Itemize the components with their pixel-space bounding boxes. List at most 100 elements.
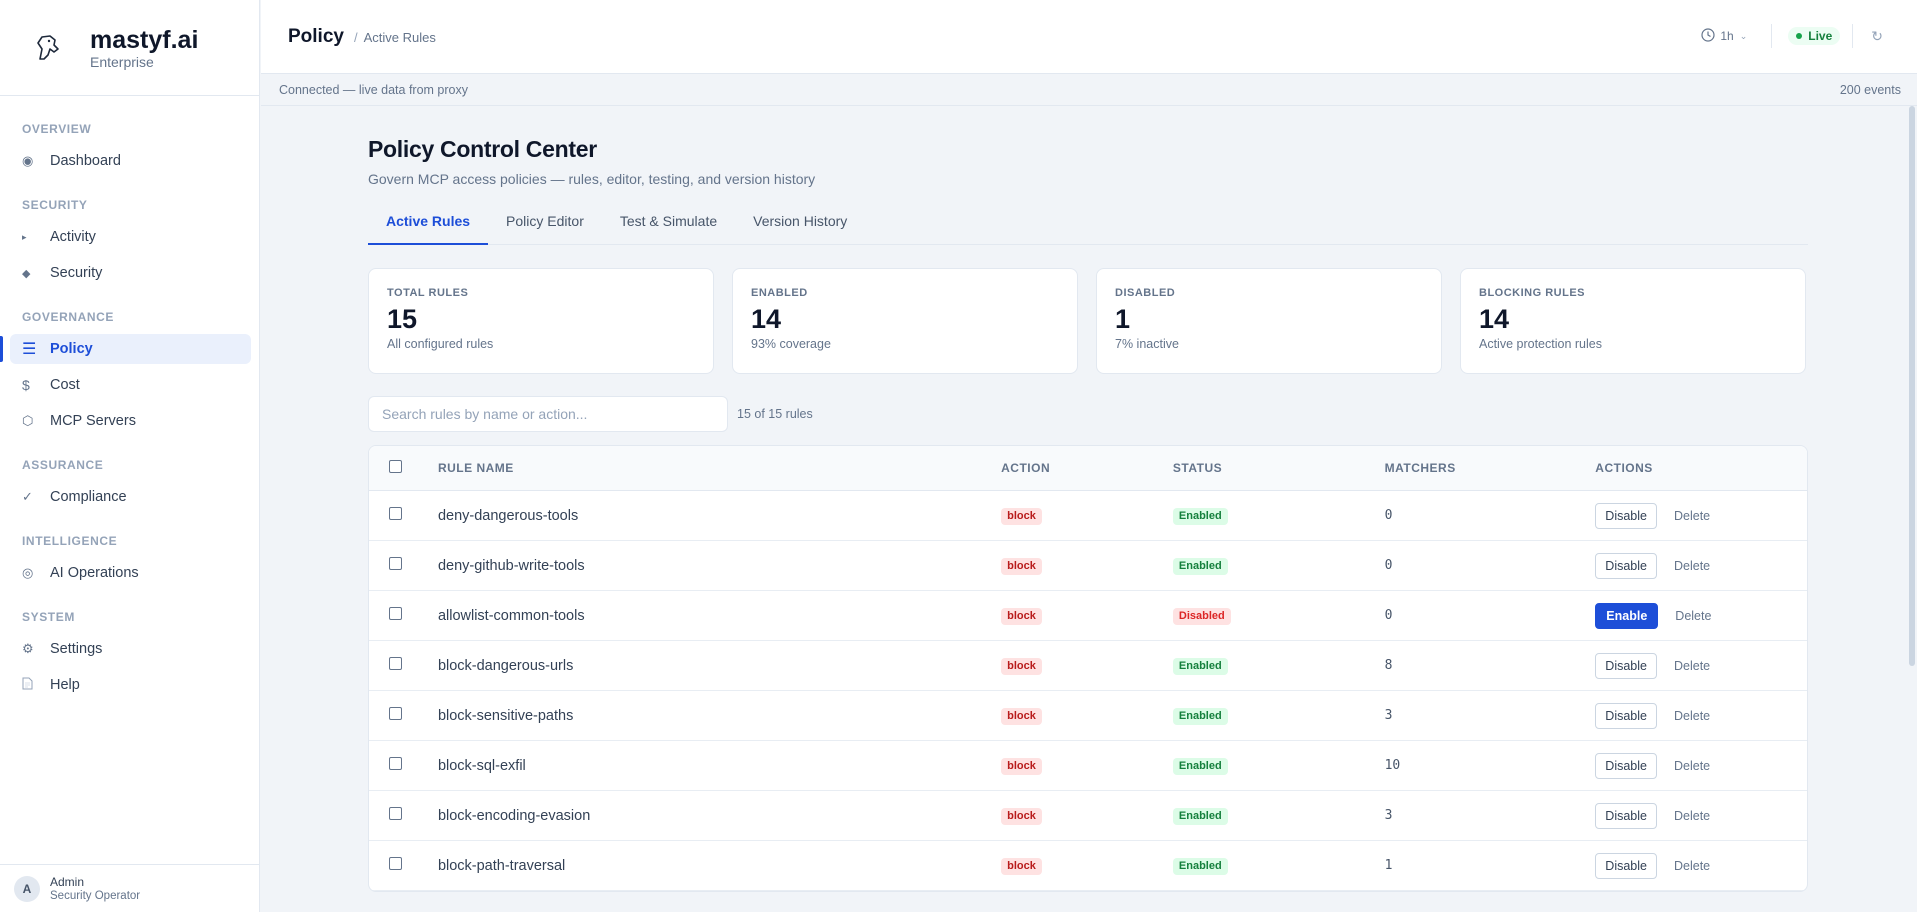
- tab-active-rules[interactable]: Active Rules: [368, 213, 489, 245]
- breadcrumb-title[interactable]: Policy: [288, 26, 344, 48]
- action-badge: block: [1001, 858, 1042, 875]
- time-range-select[interactable]: 1h ⌄: [1695, 27, 1753, 45]
- refresh-icon[interactable]: ↻: [1871, 28, 1883, 45]
- column-header-matchers[interactable]: MATCHERS: [1385, 461, 1596, 475]
- disable-button[interactable]: Disable: [1595, 802, 1657, 829]
- nav-section-system: SYSTEM ⚙ Settings Help: [0, 606, 259, 700]
- row-checkbox[interactable]: [389, 506, 402, 520]
- rule-name: block-encoding-evasion: [437, 807, 591, 824]
- column-header-name[interactable]: RULE NAME: [438, 461, 1001, 475]
- disable-button[interactable]: Disable: [1595, 552, 1657, 579]
- action-badge: block: [1001, 558, 1042, 575]
- table-row[interactable]: block-path-traversal block Enabled 1 Disable…: [369, 841, 1807, 891]
- nav-header-overview: OVERVIEW: [22, 122, 92, 136]
- delete-button[interactable]: Delete: [1674, 859, 1710, 873]
- stat-desc: 7% inactive: [1115, 337, 1179, 351]
- disable-button[interactable]: Disable: [1595, 752, 1657, 779]
- sidebar-item-settings[interactable]: ⚙ Settings: [10, 634, 251, 664]
- delete-button[interactable]: Delete: [1675, 609, 1711, 623]
- sidebar-item-mcp-servers[interactable]: ⬡ MCP Servers: [10, 406, 251, 436]
- delete-button[interactable]: Delete: [1674, 659, 1710, 673]
- sidebar-item-label: Security: [50, 265, 103, 281]
- sidebar-item-cost[interactable]: $ Cost: [10, 370, 251, 400]
- table-row[interactable]: deny-dangerous-tools block Enabled 0 Disable…: [369, 491, 1807, 541]
- row-checkbox[interactable]: [389, 806, 402, 820]
- action-cell: block: [1001, 606, 1173, 625]
- ai-ops-icon: ◎: [22, 565, 34, 580]
- action-cell: block: [1001, 556, 1173, 575]
- stat-label: DISABLED: [1115, 287, 1176, 299]
- table-row[interactable]: block-sensitive-paths block Enabled 3 Disabl…: [369, 691, 1807, 741]
- column-header-status[interactable]: STATUS: [1173, 461, 1385, 475]
- user-profile[interactable]: A Admin Security Operator: [0, 864, 259, 912]
- sidebar-item-ai-operations[interactable]: ◎ AI Operations: [10, 558, 251, 588]
- row-select-cell: [369, 806, 438, 825]
- disable-button[interactable]: Disable: [1595, 502, 1657, 529]
- row-checkbox[interactable]: [389, 556, 402, 570]
- scrollbar[interactable]: [1909, 106, 1915, 666]
- disable-button[interactable]: Disable: [1595, 652, 1657, 679]
- delete-button[interactable]: Delete: [1674, 709, 1710, 723]
- policy-icon: ☰: [22, 341, 37, 358]
- action-cell: block: [1001, 506, 1173, 525]
- sidebar-item-help[interactable]: Help: [10, 670, 251, 700]
- nav-header-intelligence: INTELLIGENCE: [22, 534, 118, 548]
- search-input[interactable]: [368, 396, 728, 432]
- tab-policy-editor[interactable]: Policy Editor: [488, 213, 602, 245]
- sidebar-item-dashboard[interactable]: ◉ Dashboard: [10, 146, 251, 176]
- sidebar-item-activity[interactable]: ▸ Activity: [10, 222, 251, 252]
- disable-button[interactable]: Disable: [1595, 702, 1657, 729]
- row-checkbox[interactable]: [389, 606, 402, 620]
- row-checkbox[interactable]: [389, 856, 402, 870]
- stat-desc: All configured rules: [387, 337, 494, 351]
- row-actions: Disable Delete: [1595, 852, 1807, 879]
- column-header-action[interactable]: ACTION: [1001, 461, 1173, 475]
- row-select-cell: [369, 856, 438, 875]
- status-badge: Enabled: [1172, 758, 1228, 775]
- topbar: Policy / Active Rules 1h ⌄ Live ↻: [261, 0, 1917, 74]
- brand[interactable]: mastyf.ai Enterprise: [0, 0, 259, 96]
- disable-button[interactable]: Disable: [1595, 852, 1657, 879]
- table-row[interactable]: block-dangerous-urls block Enabled 8 Disable…: [369, 641, 1807, 691]
- sidebar-item-label: Settings: [50, 641, 103, 657]
- sidebar-item-compliance[interactable]: ✓ Compliance: [10, 482, 251, 512]
- stat-card-disabled: DISABLED 1 7% inactive: [1096, 268, 1442, 374]
- row-checkbox[interactable]: [389, 656, 402, 670]
- sidebar-item-policy[interactable]: ☰ Policy: [0, 334, 251, 364]
- table-row[interactable]: deny-github-write-tools block Enabled 0 Disa…: [369, 541, 1807, 591]
- rule-name: block-dangerous-urls: [437, 657, 574, 674]
- delete-button[interactable]: Delete: [1674, 809, 1710, 823]
- enable-button[interactable]: Enable: [1595, 602, 1659, 629]
- tab-version-history[interactable]: Version History: [735, 213, 865, 245]
- status-cell: Enabled: [1172, 806, 1385, 825]
- delete-button[interactable]: Delete: [1674, 559, 1710, 573]
- dollar-icon: $: [22, 377, 30, 393]
- stat-value: 14: [751, 304, 782, 334]
- stat-value: 1: [1115, 304, 1131, 334]
- table-row[interactable]: block-encoding-evasion block Enabled 3 Disab…: [369, 791, 1807, 841]
- row-select-cell: [369, 706, 438, 725]
- avatar: A: [14, 875, 40, 902]
- stat-desc: 93% coverage: [751, 337, 831, 351]
- divider: [1771, 24, 1773, 48]
- table-row[interactable]: block-sql-exfil block Enabled 10 Disable Dele…: [369, 741, 1807, 791]
- tab-test-simulate[interactable]: Test & Simulate: [602, 213, 735, 245]
- row-checkbox[interactable]: [389, 706, 402, 720]
- row-actions: Disable Delete: [1595, 752, 1807, 779]
- select-all-checkbox[interactable]: [389, 460, 402, 473]
- delete-button[interactable]: Delete: [1674, 759, 1710, 773]
- rule-name: deny-dangerous-tools: [437, 507, 579, 524]
- connection-status: Connected — live data from proxy: [279, 82, 468, 97]
- select-all-cell: [369, 460, 438, 476]
- divider: [1852, 24, 1854, 48]
- sidebar-item-security[interactable]: ◆ Security: [10, 258, 251, 288]
- row-select-cell: [369, 606, 438, 625]
- matcher-count: 10: [1384, 758, 1401, 773]
- table-row[interactable]: allowlist-common-tools block Disabled 0 Enab…: [369, 591, 1807, 641]
- breadcrumb-current: Active Rules: [363, 29, 436, 45]
- status-badge: Disabled: [1172, 608, 1231, 625]
- delete-button[interactable]: Delete: [1674, 509, 1710, 523]
- row-checkbox[interactable]: [389, 756, 402, 770]
- live-label: Live: [1808, 29, 1833, 43]
- sidebar-item-label: Help: [50, 677, 80, 693]
